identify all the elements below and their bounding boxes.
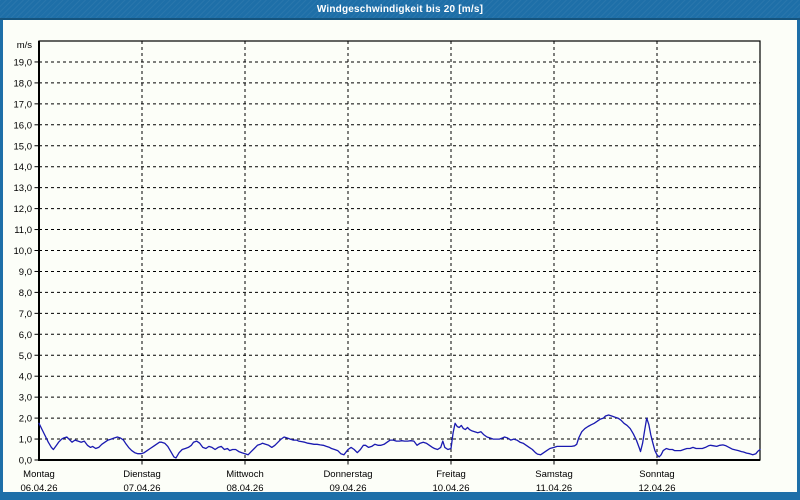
window-titlebar: Windgeschwindigkeit bis 20 [m/s] (0, 0, 800, 20)
x-day-name-label: Freitag (436, 469, 466, 480)
y-tick-label: 6,0 (19, 330, 32, 341)
chart-panel: 19,0 18,0 17,0 16,0 15,0 14,0 13,0 12,0 11,0 10,0… (3, 20, 797, 494)
y-tick-label: 11,0 (14, 225, 32, 236)
y-tick-label: 17,0 (14, 99, 33, 110)
x-day-name-label: Sonntag (639, 469, 674, 480)
x-day-name-label: Montag (23, 469, 55, 480)
y-tick-label: 9,0 (19, 267, 32, 278)
y-axis-unit-label: m/s (17, 40, 33, 51)
y-tick-label: 13,0 (14, 183, 33, 194)
wind-speed-line (38, 414, 761, 459)
y-tick-label: 0,0 (19, 456, 32, 467)
wind-speed-chart: 19,0 18,0 17,0 16,0 15,0 14,0 13,0 12,0 11,0 10,0… (14, 40, 761, 494)
y-tick-label: 12,0 (14, 204, 33, 215)
y-tick-label: 1,0 (19, 435, 32, 446)
y-tick-label: 18,0 (14, 78, 33, 89)
y-tick-label: 8,0 (19, 288, 32, 299)
y-tick-label: 2,0 (19, 414, 32, 425)
x-day-date-label: 12.04.26 (639, 483, 676, 492)
y-gridlines (39, 61, 760, 440)
y-tick-label: 15,0 (14, 141, 33, 152)
y-tick-labels: 19,0 18,0 17,0 16,0 15,0 14,0 13,0 12,0 11,0 10,0… (14, 57, 33, 466)
app-window: Windgeschwindigkeit bis 20 [m/s] 19,0 18,… (0, 0, 800, 500)
y-tick-label: 19,0 (14, 57, 33, 68)
x-day-date-label: 09.04.26 (330, 483, 367, 492)
x-day-date-label: 10.04.26 (433, 483, 470, 492)
y-tick-label: 10,0 (14, 246, 33, 257)
window-title: Windgeschwindigkeit bis 20 [m/s] (316, 3, 484, 15)
y-tick-label: 3,0 (19, 393, 32, 404)
x-day-name-label: Donnerstag (323, 469, 372, 480)
x-day-name-label: Samstag (535, 469, 573, 480)
x-day-date-label: 11.04.26 (536, 483, 572, 492)
y-tick-label: 16,0 (14, 120, 33, 131)
y-tick-label: 7,0 (19, 309, 32, 320)
y-tick-label: 4,0 (19, 372, 32, 383)
x-day-date-label: 07.04.26 (124, 483, 161, 492)
y-tick-label: 14,0 (14, 162, 33, 173)
x-day-date-label: 08.04.26 (227, 483, 264, 492)
x-day-date-label: 06.04.26 (21, 483, 58, 492)
x-day-name-label: Mittwoch (226, 469, 263, 480)
y-tick-label: 5,0 (19, 351, 32, 362)
x-day-name-label: Dienstag (123, 469, 161, 480)
x-day-labels: Montag 06.04.26 Dienstag 07.04.26 Mittwoch 08… (21, 469, 676, 494)
